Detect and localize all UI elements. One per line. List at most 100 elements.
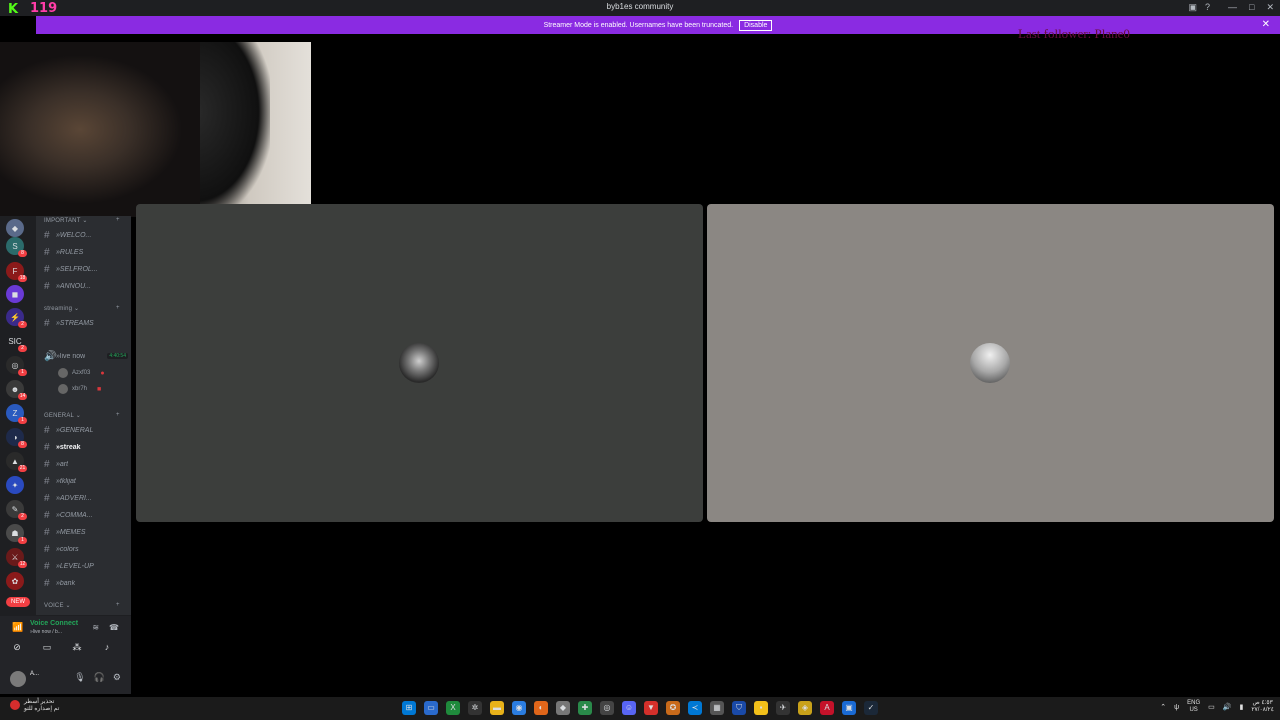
volume-icon[interactable]: 🔊 (1223, 703, 1232, 711)
screen-share-icon[interactable]: ▭ (40, 642, 54, 656)
app-icon[interactable]: ✪ (666, 701, 680, 715)
voice-status[interactable]: Voice Connect (30, 620, 78, 627)
signal-icon[interactable]: 📶 (12, 622, 23, 633)
vscode-icon[interactable]: ≺ (688, 701, 702, 715)
channel-item[interactable]: # »ANNOU... (44, 279, 128, 293)
clock[interactable]: ٤:٥٣ ص ٢٧/٠٨/٢٤ (1251, 700, 1274, 714)
usb-icon[interactable]: ψ (1174, 704, 1179, 711)
app-icon[interactable]: ▣ (842, 701, 856, 715)
minimize-button[interactable]: — (1228, 2, 1237, 13)
avatar (58, 384, 68, 394)
hash-icon: # (44, 577, 50, 589)
video-tile[interactable] (707, 204, 1274, 522)
noise-suppression-icon[interactable]: ≋ (92, 623, 99, 632)
steam-icon[interactable]: ✓ (864, 701, 878, 715)
channel-item[interactable]: # »GENERAL (44, 423, 128, 437)
battery-icon[interactable]: ▮ (1239, 703, 1243, 711)
gear-icon[interactable]: ⚙ (113, 672, 121, 683)
video-tile[interactable] (136, 204, 703, 522)
maximize-button[interactable]: □ (1249, 2, 1254, 13)
brave-icon[interactable]: ▼ (644, 701, 658, 715)
activities-icon[interactable]: ⁂ (70, 642, 84, 656)
avatar[interactable] (10, 671, 26, 687)
server-icon[interactable]: ✦ (6, 476, 24, 494)
voice-channel-item[interactable]: 🔊 »live now 4:40:54 (44, 349, 128, 363)
soundboard-icon[interactable]: ♪ (100, 642, 114, 656)
avatar (970, 343, 1010, 383)
hash-icon: # (44, 509, 50, 521)
channel-item[interactable]: # »art (44, 457, 128, 471)
app-icon[interactable]: ▦ (710, 701, 724, 715)
headphones-icon[interactable]: 🎧 (94, 672, 105, 683)
channel-item[interactable]: # »streak (44, 440, 128, 454)
hash-icon: # (44, 560, 50, 572)
add-channel-icon: + (116, 217, 120, 223)
mention-badge: 21 (18, 465, 27, 472)
close-icon[interactable]: ✕ (1262, 19, 1270, 30)
hash-icon: # (44, 492, 50, 504)
mention-badge: 2 (18, 321, 27, 328)
channel-item[interactable]: # »STREAMS (44, 316, 128, 330)
slack-icon[interactable]: ✲ (468, 701, 482, 715)
channel-item[interactable]: # »MEMES (44, 525, 128, 539)
category-voice[interactable]: VOICE ⌄ + (44, 602, 120, 609)
windows-taskbar: تحذير أسطر تم إصداره للتو ⊞ ▭ X ✲ ▬ ◉ ◐ … (0, 697, 1280, 720)
hash-icon: # (44, 543, 50, 555)
firefox-icon[interactable]: ◐ (534, 701, 548, 715)
voice-connected-panel: 📶 Voice Connect »live now / b... ≋ ☎ ⊘ ▭… (0, 615, 131, 663)
language-indicator[interactable]: ENG US (1187, 700, 1200, 714)
channel-item[interactable]: # »ADVERI... (44, 491, 128, 505)
file-explorer-icon[interactable]: ▬ (490, 701, 504, 715)
channel-item[interactable]: # »bank (44, 576, 128, 590)
network-icon[interactable]: ▭ (1208, 703, 1215, 711)
disable-streamer-mode-button[interactable]: Disable (739, 19, 773, 31)
voice-location[interactable]: »live now / b... (30, 629, 62, 635)
camera-off-icon[interactable]: ⊘ (10, 642, 24, 656)
category-important[interactable]: IMPORTANT ⌄ + (44, 217, 120, 224)
channel-item[interactable]: # »COMMA... (44, 508, 128, 522)
new-unreads-pill[interactable]: NEW (6, 597, 30, 607)
voice-user[interactable]: Azxf03 ● (58, 367, 105, 379)
chrome-icon[interactable]: ◉ (512, 701, 526, 715)
chevron-up-icon[interactable]: ⌃ (1160, 703, 1166, 711)
disconnect-icon[interactable]: ☎ (109, 623, 119, 632)
category-general[interactable]: GENERAL ⌄ + (44, 412, 120, 419)
add-channel-icon: + (116, 602, 120, 608)
hash-icon: # (44, 458, 50, 470)
category-streaming[interactable]: streaming ⌄ + (44, 305, 120, 312)
alert-icon (10, 700, 20, 710)
channel-item[interactable]: # »WELCO... (44, 228, 128, 242)
last-follower-overlay: Last follower: Plane0 (1018, 26, 1130, 41)
app-icon[interactable]: A (820, 701, 834, 715)
help-icon[interactable]: ? (1205, 2, 1210, 13)
obs-icon[interactable]: ◎ (600, 701, 614, 715)
microphone-icon[interactable]: 🎙 (74, 672, 85, 683)
voice-user[interactable]: xbr7h ■ (58, 383, 101, 395)
server-icon[interactable]: ✿ (6, 572, 24, 590)
task-view-icon[interactable]: ▭ (424, 701, 438, 715)
app-icon[interactable]: ◆ (556, 701, 570, 715)
app-icon[interactable]: ⛉ (732, 701, 746, 715)
hash-icon: # (44, 263, 50, 275)
close-button[interactable]: ✕ (1266, 2, 1274, 13)
channel-item[interactable]: # »colors (44, 542, 128, 556)
inbox-icon[interactable]: ▣ (1188, 2, 1197, 13)
server-icon[interactable]: ◆ (6, 219, 24, 237)
windows-start-icon[interactable]: ⊞ (402, 701, 416, 715)
channel-item[interactable]: # »SELFROL... (44, 262, 128, 276)
channel-item[interactable]: # »RULES (44, 245, 128, 259)
excel-icon[interactable]: X (446, 701, 460, 715)
window-title: byb1es community (606, 2, 674, 11)
channel-item[interactable]: # »tklijat (44, 474, 128, 488)
discord-icon[interactable]: ☺ (622, 701, 636, 715)
server-icon[interactable]: ◼ (6, 285, 24, 303)
channel-item[interactable]: # »LEVEL-UP (44, 559, 128, 573)
mention-badge: 8 (18, 250, 27, 257)
username[interactable]: A... (30, 671, 39, 677)
app-icon[interactable]: ✚ (578, 701, 592, 715)
hash-icon: # (44, 526, 50, 538)
app-icon[interactable]: ✈ (776, 701, 790, 715)
app-icon[interactable]: ◈ (798, 701, 812, 715)
sticky-notes-icon[interactable]: ▪ (754, 701, 768, 715)
notification-widget[interactable]: تحذير أسطر تم إصداره للتو (10, 699, 59, 713)
